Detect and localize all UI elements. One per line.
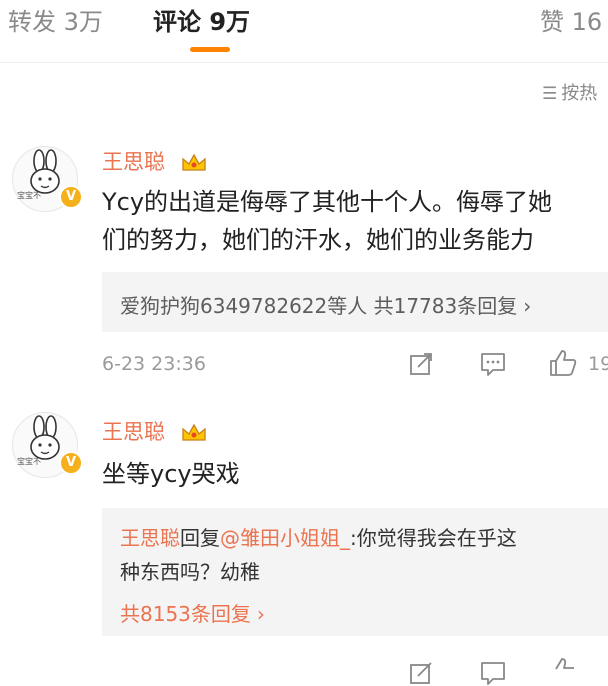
reply-mention[interactable]: @雏田小姐姐_ [220, 526, 350, 550]
reply-author[interactable]: 王思聪 [120, 526, 180, 550]
divider [0, 62, 608, 63]
comment-line: Ycy的出道是侮辱了其他十个人。侮辱了她 [102, 188, 553, 216]
reply-total-text: 共8153条回复 [120, 602, 251, 626]
chevron-right-icon: › [256, 602, 265, 626]
reply-content: :你觉得我会在乎这 [350, 526, 517, 550]
tab-comments[interactable]: 评论 9万 [153, 2, 250, 37]
replies-preview[interactable]: 王思聪回复@雏田小姐姐_:你觉得我会在乎这 种东西吗？幼稚 共8153条回复 › [102, 508, 608, 636]
tab-reposts[interactable]: 转发 3万 [8, 2, 103, 37]
username: 王思聪 [102, 150, 165, 174]
share-icon[interactable] [408, 660, 434, 686]
reply-line: 王思聪回复@雏田小姐姐_:你觉得我会在乎这 [120, 522, 517, 551]
comment-text: 坐等ycy哭戏 [102, 455, 240, 493]
reply-total[interactable]: 共8153条回复 › [120, 598, 265, 627]
comment-icon[interactable] [479, 351, 507, 377]
comment-line: 坐等ycy哭戏 [102, 460, 240, 488]
comment-time: 6-23 23:36 [102, 353, 206, 375]
active-tab-indicator [190, 47, 230, 52]
comment-line: 们的努力，她们的汗水，她们的业务能力 [102, 226, 534, 254]
sort-icon: ☰ [542, 84, 558, 104]
reply-line: 种东西吗？幼稚 [120, 556, 260, 585]
chevron-right-icon: › [523, 294, 532, 318]
avatar[interactable]: 宝宝不 V [12, 412, 83, 478]
sort-button[interactable]: ☰ 按热 [542, 79, 597, 105]
avatar-caption: 宝宝不 [17, 191, 41, 200]
comment-text: Ycy的出道是侮辱了其他十个人。侮辱了她 们的努力，她们的汗水，她们的业务能力 [102, 183, 552, 259]
crown-icon [182, 153, 206, 171]
username-link[interactable]: 王思聪 [102, 416, 208, 446]
reply-summary-text: 爱狗护狗6349782622等人 共17783条回复 [120, 294, 518, 318]
reply-verb: 回复 [180, 526, 220, 550]
share-icon[interactable] [408, 351, 434, 377]
like-count: 19 [588, 353, 608, 375]
tab-likes[interactable]: 赞 16 [540, 2, 602, 37]
crown-icon [182, 423, 206, 441]
username-link[interactable]: 王思聪 [102, 146, 208, 176]
verified-badge-icon: V [59, 451, 83, 475]
reply-content: 种东西吗？幼稚 [120, 560, 260, 584]
replies-preview[interactable]: 爱狗护狗6349782622等人 共17783条回复 › [102, 272, 608, 332]
comment-icon[interactable] [479, 660, 507, 686]
sort-label: 按热 [561, 83, 598, 104]
like-icon[interactable] [548, 348, 578, 378]
avatar[interactable]: 宝宝不 V [12, 146, 83, 212]
verified-badge-icon: V [59, 185, 83, 209]
avatar-caption: 宝宝不 [17, 457, 41, 466]
tab-bar: 转发 3万 评论 9万 赞 16 [0, 0, 608, 60]
like-icon[interactable] [548, 656, 578, 686]
reply-summary[interactable]: 爱狗护狗6349782622等人 共17783条回复 › [120, 290, 531, 319]
username: 王思聪 [102, 420, 165, 444]
